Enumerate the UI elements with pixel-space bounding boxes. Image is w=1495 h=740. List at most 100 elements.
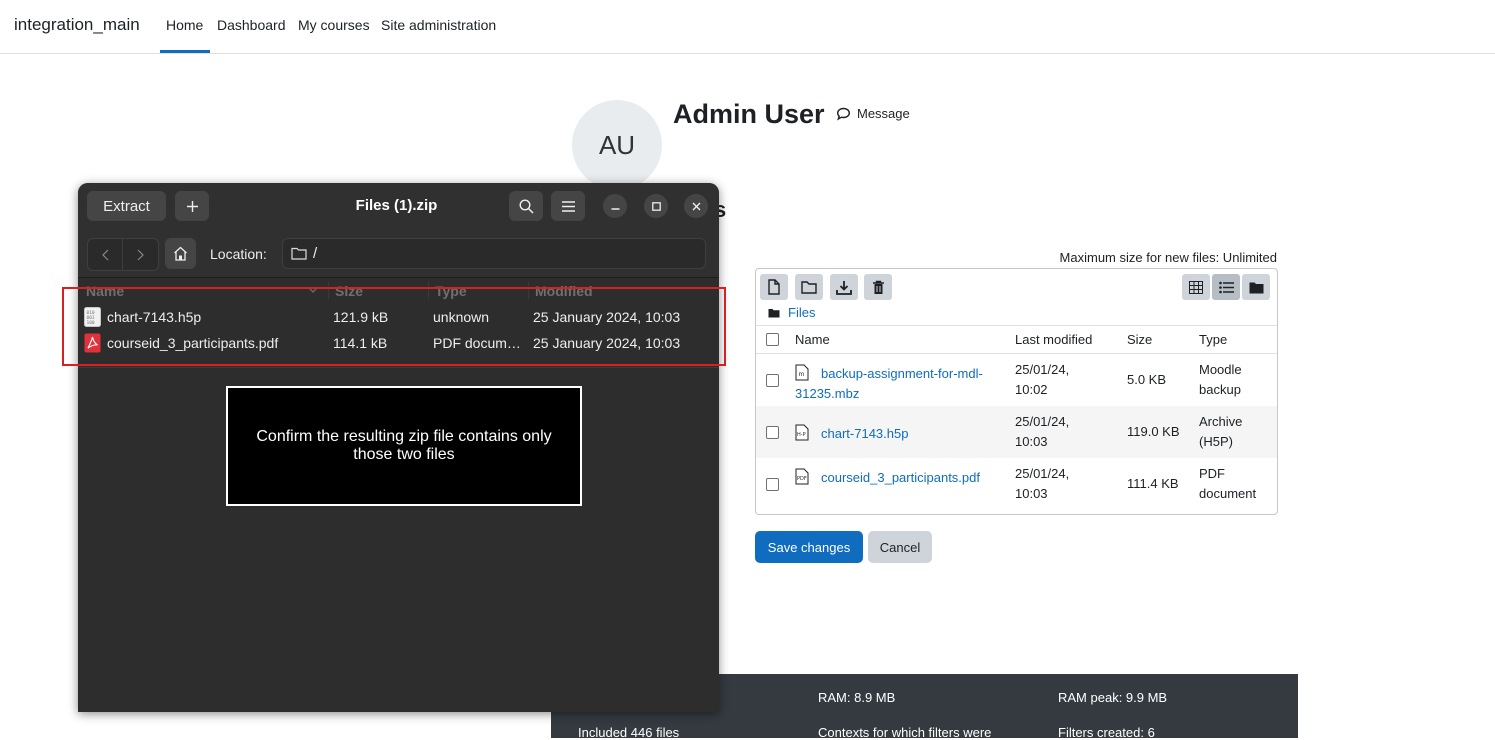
delete-button[interactable] <box>864 274 892 300</box>
back-button[interactable] <box>88 239 122 270</box>
home-button[interactable] <box>165 238 196 269</box>
file-modified: 25/01/24, 10:03 <box>1015 414 1070 449</box>
file-type: Moodle backup <box>1199 362 1242 397</box>
highlight-box <box>62 287 726 366</box>
maximize-button[interactable] <box>644 194 668 218</box>
tree-view-icon <box>1249 282 1263 293</box>
chevron-right-icon <box>137 249 144 260</box>
column-name[interactable]: Name <box>795 332 830 347</box>
row-checkbox[interactable] <box>766 426 779 439</box>
nav-home[interactable]: Home <box>166 17 203 33</box>
grid-view-icon <box>1189 280 1203 294</box>
search-icon <box>518 198 534 214</box>
plus-icon <box>186 200 198 212</box>
nav-dashboard[interactable]: Dashboard <box>217 17 286 33</box>
annotation-text: Confirm the resulting zip file contains … <box>256 428 552 463</box>
download-icon <box>836 280 852 295</box>
file-name-text: backup-assignment-for-mdl-31235.mbz <box>795 366 983 401</box>
ram-peak: RAM peak: 9.9 MB <box>1058 690 1168 705</box>
nav-active-indicator <box>160 50 210 53</box>
profile-name: Admin User <box>673 99 825 129</box>
list-view-icon <box>1218 281 1234 293</box>
download-button[interactable] <box>830 274 858 300</box>
file-name-text: courseid_3_participants.pdf <box>821 470 980 485</box>
file-row[interactable]: H-P chart-7143.h5p 25/01/24, 10:03 119.0 … <box>756 406 1277 458</box>
file-type: PDF document <box>1199 466 1257 501</box>
cancel-button[interactable]: Cancel <box>868 531 932 563</box>
svg-text:PDF: PDF <box>797 476 807 482</box>
add-file-button[interactable] <box>760 274 788 300</box>
create-folder-icon <box>801 281 817 294</box>
annotation-callout: Confirm the resulting zip file contains … <box>226 386 582 506</box>
file-size: 5.0 KB <box>1127 372 1167 387</box>
site-brand[interactable]: integration_main <box>14 15 140 35</box>
close-icon <box>692 202 700 210</box>
nav-site-administration[interactable]: Site administration <box>381 17 496 33</box>
location-path: / <box>313 245 318 262</box>
file-manager: Files Name Last modified Size Type m back… <box>755 268 1278 515</box>
window-title: Files (1).zip <box>355 197 438 214</box>
grid-view-button[interactable] <box>1182 274 1210 300</box>
extract-button[interactable]: Extract <box>87 191 166 221</box>
file-size: 111.4 KB <box>1127 476 1179 491</box>
column-size[interactable]: Size <box>1127 332 1152 347</box>
ram-usage: RAM: 8.9 MB <box>818 690 896 705</box>
chevron-left-icon <box>101 249 108 260</box>
row-checkbox[interactable] <box>766 374 779 387</box>
location-bar: Location: / <box>78 229 719 278</box>
location-label: Location: <box>210 246 267 262</box>
avatar-initials: AU <box>598 129 636 160</box>
delete-icon <box>872 280 884 294</box>
file-type: Archive (H5P) <box>1199 414 1243 449</box>
select-all-checkbox[interactable] <box>766 333 779 346</box>
list-view-button[interactable] <box>1212 274 1240 300</box>
breadcrumb-files-link[interactable]: Files <box>788 305 815 320</box>
file-modified: 25/01/24, 10:02 <box>1015 362 1070 397</box>
svg-text:H-P: H-P <box>797 432 806 438</box>
location-field[interactable]: / <box>282 238 706 269</box>
column-type[interactable]: Type <box>1199 332 1227 347</box>
hamburger-menu-icon <box>561 200 575 212</box>
row-checkbox[interactable] <box>766 478 779 491</box>
create-folder-button[interactable] <box>795 274 823 300</box>
chat-bubble-icon <box>836 107 851 120</box>
pdf-file-icon: PDF <box>795 468 809 485</box>
minimize-button[interactable] <box>603 194 627 218</box>
message-label: Message <box>857 106 910 121</box>
folder-icon <box>291 247 307 260</box>
tree-view-button[interactable] <box>1242 274 1270 300</box>
moodle-backup-file-icon: m <box>795 364 809 381</box>
add-file-icon <box>768 279 780 295</box>
add-files-button[interactable] <box>175 191 209 221</box>
file-name-link[interactable]: m backup-assignment-for-mdl-31235.mbz <box>795 364 1000 404</box>
maximize-icon <box>651 201 661 211</box>
file-manager-toolbar <box>756 269 1277 303</box>
file-name-link[interactable]: PDF courseid_3_participants.pdf <box>795 468 1000 488</box>
svg-text:m: m <box>799 371 805 378</box>
file-table-header: Name Last modified Size Type <box>756 325 1277 354</box>
forward-button[interactable] <box>123 239 157 270</box>
breadcrumb: Files <box>768 305 815 320</box>
file-row[interactable]: m backup-assignment-for-mdl-31235.mbz 25/… <box>756 354 1277 406</box>
file-modified: 25/01/24, 10:03 <box>1015 466 1070 501</box>
file-name-text: chart-7143.h5p <box>821 426 909 441</box>
column-last-modified[interactable]: Last modified <box>1015 332 1092 347</box>
close-button[interactable] <box>684 194 708 218</box>
message-link[interactable]: Message <box>836 106 910 121</box>
h5p-file-icon: H-P <box>795 424 809 441</box>
home-icon <box>174 246 187 261</box>
save-changes-button[interactable]: Save changes <box>755 531 863 563</box>
search-button[interactable] <box>509 191 543 221</box>
list-divider <box>78 367 719 368</box>
folder-icon <box>768 308 780 317</box>
menu-button[interactable] <box>551 191 585 221</box>
minimize-icon <box>611 207 619 210</box>
avatar: AU <box>572 100 662 190</box>
max-size-note: Maximum size for new files: Unlimited <box>1059 250 1277 265</box>
window-header: Extract Files (1).zip <box>78 183 719 229</box>
file-size: 119.0 KB <box>1127 424 1180 439</box>
nav-my-courses[interactable]: My courses <box>298 17 370 33</box>
history-nav <box>87 238 159 271</box>
file-row[interactable]: PDF courseid_3_participants.pdf 25/01/24,… <box>756 458 1277 510</box>
file-name-link[interactable]: H-P chart-7143.h5p <box>795 424 1000 444</box>
